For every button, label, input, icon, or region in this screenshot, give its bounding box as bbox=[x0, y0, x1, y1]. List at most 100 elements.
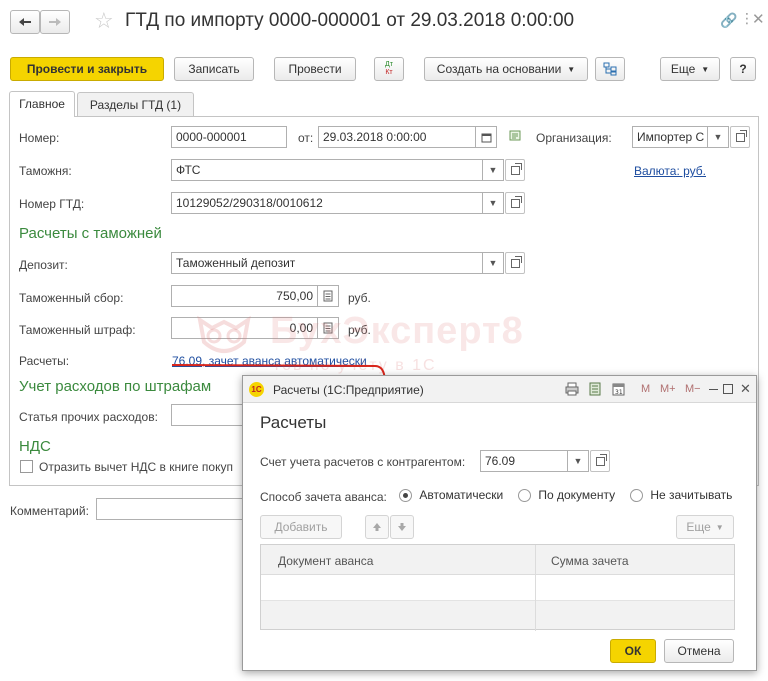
number-field[interactable]: 0000-000001 bbox=[171, 126, 287, 148]
gtd-number-label: Номер ГТД: bbox=[19, 197, 85, 211]
arrow-right-icon bbox=[49, 18, 61, 26]
table-more-button[interactable]: Еще ▼ bbox=[676, 515, 734, 539]
move-down-button[interactable] bbox=[390, 515, 414, 539]
column-header-offset-amount[interactable]: Сумма зачета bbox=[551, 554, 629, 568]
move-up-button[interactable] bbox=[365, 515, 389, 539]
customs-fee-field[interactable]: 750,00 bbox=[171, 285, 318, 307]
radio-icon bbox=[630, 489, 643, 503]
method-option-auto-label: Автоматически bbox=[419, 488, 504, 502]
customs-fine-field[interactable]: 0,00 bbox=[171, 317, 318, 339]
favorite-star-icon[interactable]: ☆ bbox=[94, 8, 114, 34]
tab-main[interactable]: Главное bbox=[9, 91, 75, 116]
section-customs-settlements: Расчеты с таможней bbox=[19, 225, 162, 242]
maximize-icon[interactable] bbox=[723, 384, 733, 394]
deposit-open-button[interactable] bbox=[505, 252, 525, 274]
dt-kt-icon-bottom: Кт bbox=[385, 69, 393, 76]
calendar-button[interactable] bbox=[475, 126, 497, 148]
more-label: Еще bbox=[670, 62, 696, 76]
arrow-down-icon bbox=[398, 523, 406, 531]
other-expenses-field[interactable] bbox=[171, 404, 251, 426]
tab-active-gap bbox=[10, 115, 74, 117]
arrow-up-icon bbox=[373, 523, 381, 531]
gtd-number-field[interactable]: 10129052/290318/0010612 bbox=[171, 192, 483, 214]
gtd-number-dropdown[interactable]: ▼ bbox=[482, 192, 504, 214]
account-field[interactable]: 76.09 bbox=[480, 450, 568, 472]
customs-open-button[interactable] bbox=[505, 159, 525, 181]
back-button[interactable] bbox=[10, 10, 40, 34]
advances-table[interactable]: Документ аванса Сумма зачета bbox=[260, 544, 735, 631]
memory-plus-button[interactable]: M+ bbox=[660, 383, 676, 395]
organization-field[interactable]: Импортер С bbox=[632, 126, 708, 148]
customs-fine-label: Таможенный штраф: bbox=[19, 323, 136, 337]
customs-fee-calculator-button[interactable] bbox=[317, 285, 339, 307]
date-field[interactable]: 29.03.2018 0:00:00 bbox=[318, 126, 476, 148]
save-button[interactable]: Записать bbox=[174, 57, 254, 81]
account-label: Счет учета расчетов с контрагентом: bbox=[260, 455, 466, 469]
tab-gtd-sections-label: Разделы ГТД (1) bbox=[89, 97, 182, 112]
account-dropdown[interactable]: ▼ bbox=[567, 450, 589, 472]
comment-field[interactable] bbox=[96, 498, 246, 520]
window-title: ГТД по импорту 0000-000001 от 29.03.2018… bbox=[125, 10, 575, 31]
close-icon[interactable]: ✕ bbox=[752, 10, 765, 28]
ok-button[interactable]: ОК bbox=[610, 639, 656, 663]
link-icon[interactable]: 🔗 bbox=[720, 12, 737, 29]
date-label: от: bbox=[298, 131, 314, 145]
cancel-button[interactable]: Отмена bbox=[664, 639, 734, 663]
more-button[interactable]: Еще ▼ bbox=[660, 57, 720, 81]
forward-button[interactable] bbox=[40, 10, 70, 34]
organization-open-button[interactable] bbox=[730, 126, 750, 148]
radio-selected-icon bbox=[399, 489, 412, 503]
memory-minus-button[interactable]: M− bbox=[685, 383, 701, 395]
tab-gtd-sections[interactable]: Разделы ГТД (1) bbox=[77, 92, 194, 116]
dt-kt-icon-top: Дт bbox=[385, 61, 393, 68]
document-history-icon[interactable] bbox=[509, 130, 523, 146]
customs-fee-unit: руб. bbox=[348, 291, 371, 305]
settlements-label: Расчеты: bbox=[19, 354, 70, 368]
vat-deduction-checkbox[interactable] bbox=[20, 460, 33, 473]
settlements-dialog: 1С Расчеты (1С:Предприятие) 31 M M+ M− ✕… bbox=[242, 375, 757, 671]
deposit-field[interactable]: Таможенный депозит bbox=[171, 252, 483, 274]
structure-icon bbox=[603, 62, 617, 76]
arrow-left-icon bbox=[19, 18, 31, 26]
customs-label: Таможня: bbox=[19, 164, 72, 178]
section-vat: НДС bbox=[19, 438, 51, 455]
structure-button[interactable] bbox=[595, 57, 625, 81]
help-button[interactable]: ? bbox=[730, 57, 756, 81]
create-based-on-button[interactable]: Создать на основании ▼ bbox=[424, 57, 588, 81]
organization-dropdown[interactable]: ▼ bbox=[707, 126, 729, 148]
minimize-icon[interactable] bbox=[709, 389, 718, 390]
memory-m-button[interactable]: M bbox=[641, 383, 650, 395]
customs-field[interactable]: ФТС bbox=[171, 159, 483, 181]
other-expenses-label: Статья прочих расходов: bbox=[19, 410, 158, 424]
deposit-dropdown[interactable]: ▼ bbox=[482, 252, 504, 274]
calculator-icon[interactable] bbox=[589, 382, 601, 399]
currency-link[interactable]: Валюта: руб. bbox=[634, 164, 706, 178]
dropdown-arrow-icon: ▼ bbox=[567, 64, 576, 74]
method-option-auto[interactable]: Автоматически bbox=[399, 488, 504, 503]
method-option-none[interactable]: Не зачитывать bbox=[630, 488, 732, 503]
customs-fine-unit: руб. bbox=[348, 323, 371, 337]
print-icon[interactable] bbox=[565, 382, 579, 399]
method-option-document[interactable]: По документу bbox=[518, 488, 615, 503]
table-more-label: Еще bbox=[686, 520, 711, 534]
table-row[interactable] bbox=[261, 575, 734, 601]
gtd-number-open-button[interactable] bbox=[505, 192, 525, 214]
post-button[interactable]: Провести bbox=[274, 57, 356, 81]
customs-fine-calculator-button[interactable] bbox=[317, 317, 339, 339]
customs-dropdown[interactable]: ▼ bbox=[482, 159, 504, 181]
account-open-button[interactable] bbox=[590, 450, 610, 472]
calendar-icon[interactable]: 31 bbox=[612, 382, 625, 399]
deposit-label: Депозит: bbox=[19, 258, 68, 272]
post-and-close-button[interactable]: Провести и закрыть bbox=[10, 57, 164, 81]
calendar-icon bbox=[481, 133, 491, 142]
calculator-icon bbox=[323, 322, 333, 334]
vat-deduction-label: Отразить вычет НДС в книге покуп bbox=[39, 460, 233, 474]
table-header: Документ аванса Сумма зачета bbox=[261, 545, 734, 631]
comment-label: Комментарий: bbox=[10, 504, 89, 518]
dt-kt-button[interactable]: Дт Кт bbox=[374, 57, 404, 81]
column-header-advance-document[interactable]: Документ аванса bbox=[278, 554, 373, 568]
dropdown-arrow-icon: ▼ bbox=[701, 64, 710, 74]
add-button[interactable]: Добавить bbox=[260, 515, 342, 539]
open-icon bbox=[510, 162, 522, 175]
close-icon[interactable]: ✕ bbox=[740, 381, 751, 397]
